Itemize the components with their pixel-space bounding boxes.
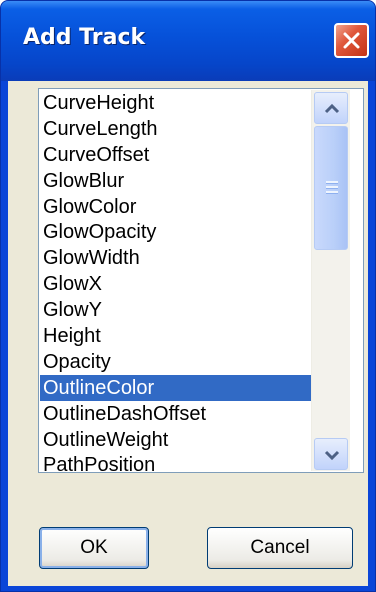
list-item[interactable]: GlowWidth xyxy=(40,245,311,271)
track-listbox[interactable]: CurveHeight CurveLength CurveOffset GlowBlu… xyxy=(38,88,364,473)
list-item[interactable]: OutlineDashOffset xyxy=(40,401,311,427)
list-items: CurveHeight CurveLength CurveOffset GlowBlu… xyxy=(40,90,311,471)
window-title: Add Track xyxy=(23,25,146,50)
list-item[interactable]: GlowX xyxy=(40,271,311,297)
list-item[interactable]: CurveOffset xyxy=(40,142,311,168)
list-item[interactable]: CurveLength xyxy=(40,116,311,142)
close-button[interactable] xyxy=(334,23,369,58)
scroll-up-button[interactable] xyxy=(314,92,348,124)
grip-line xyxy=(326,191,338,194)
scroll-down-button[interactable] xyxy=(314,438,348,470)
list-item[interactable]: GlowOpacity xyxy=(40,219,311,245)
list-item[interactable]: PathPosition xyxy=(40,452,311,471)
grip-line xyxy=(326,186,338,189)
vertical-scrollbar[interactable] xyxy=(311,90,350,471)
list-item[interactable]: GlowY xyxy=(40,297,311,323)
list-item[interactable]: Opacity xyxy=(40,349,311,375)
list-item[interactable]: Height xyxy=(40,323,311,349)
list-item[interactable]: GlowColor xyxy=(40,194,311,220)
cancel-button[interactable]: Cancel xyxy=(207,527,353,569)
list-item[interactable]: OutlineColor xyxy=(40,374,311,401)
ok-button[interactable]: OK xyxy=(39,527,149,569)
dialog-body: CurveHeight CurveLength CurveOffset GlowBlu… xyxy=(8,81,368,586)
title-bar[interactable]: Add Track xyxy=(1,1,375,81)
add-track-dialog: Add Track CurveHeight CurveLength CurveOff… xyxy=(0,0,376,592)
grip-line xyxy=(326,181,338,184)
list-item[interactable]: GlowBlur xyxy=(40,168,311,194)
scroll-thumb[interactable] xyxy=(314,126,348,250)
list-item[interactable]: CurveHeight xyxy=(40,90,311,116)
list-item[interactable]: OutlineWeight xyxy=(40,427,311,453)
button-row: OK Cancel xyxy=(8,501,368,581)
